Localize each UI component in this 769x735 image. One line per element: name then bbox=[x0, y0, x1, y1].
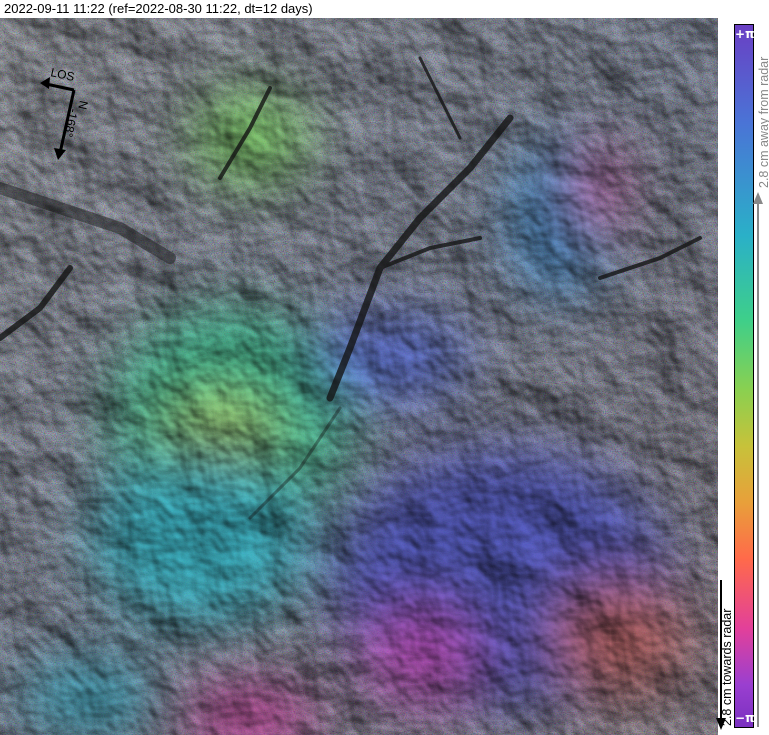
away-arrow-icon bbox=[753, 192, 763, 727]
phase-colorbar: +π −π bbox=[734, 24, 755, 728]
colorbar-max-label: +π bbox=[735, 27, 755, 41]
colorbar-min-label: −π bbox=[735, 711, 755, 725]
interferogram-map: LOS N -168° bbox=[0, 18, 718, 735]
colorbar-away-label: 2.8 cm away from radar bbox=[757, 56, 769, 188]
colorbar-towards-label: 2.8 cm towards radar bbox=[720, 608, 734, 726]
plot-title: 2022-09-11 11:22 (ref=2022-08-30 11:22, … bbox=[4, 1, 313, 16]
